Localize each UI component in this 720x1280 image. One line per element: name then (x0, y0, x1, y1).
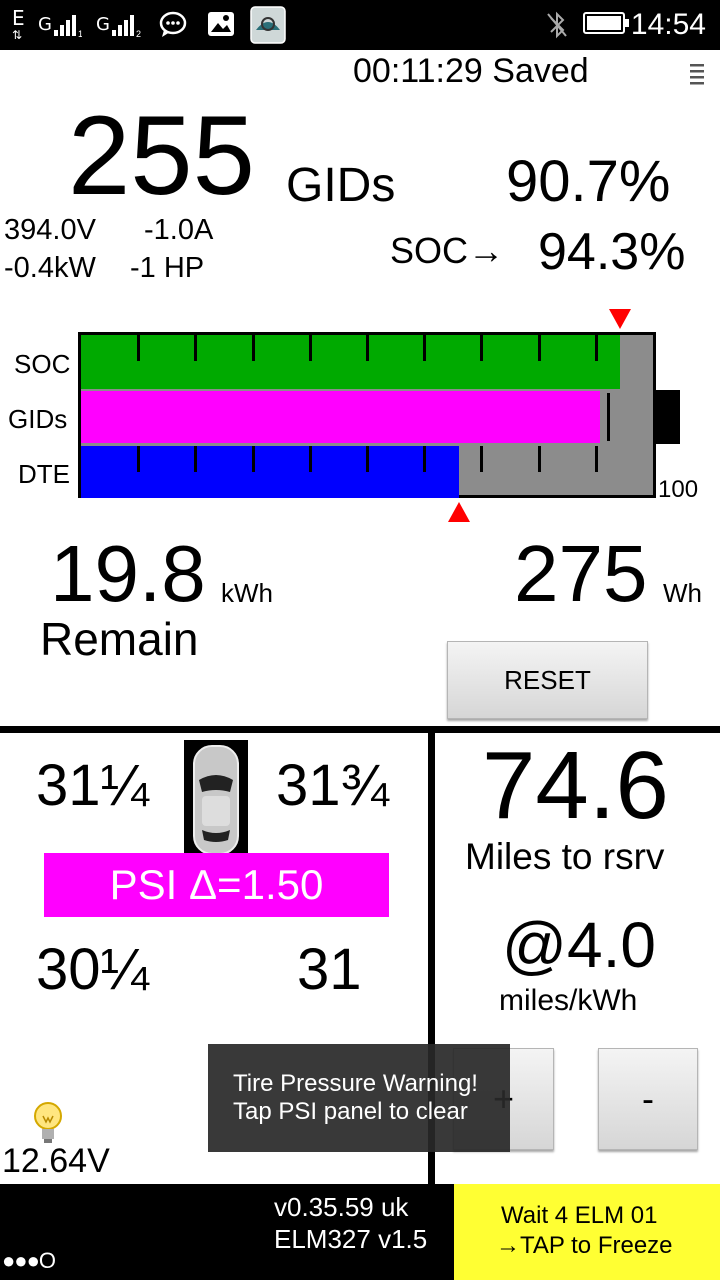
signal-sim2-icon: 2 (112, 15, 141, 38)
bar-tick (480, 335, 483, 361)
data-arrows-icon: ⇅ (12, 28, 23, 42)
charge-bar-graph (78, 332, 656, 498)
light-bulb-icon (34, 1102, 62, 1143)
image-icon (208, 12, 234, 36)
current: -1.0A (144, 214, 214, 246)
app-version: v0.35.59 uk (274, 1192, 409, 1222)
car-top-view-icon (184, 740, 248, 860)
network-type: E (12, 6, 25, 30)
bar-tick (309, 446, 312, 472)
elapsed-time: 00:11:29 (353, 52, 483, 90)
decrease-efficiency-button[interactable]: - (598, 1048, 698, 1150)
svg-text:2: 2 (136, 29, 141, 38)
tap-freeze-label: →TAP to Freeze (496, 1232, 673, 1259)
status-bar: E ⇅ G 1 G 2 14:54 (0, 0, 720, 50)
kwh-remaining-value: 19.8 (50, 529, 206, 618)
tire-rear-right: 31 (297, 937, 362, 1002)
remain-label: Remain (40, 613, 199, 665)
bar-tick (538, 446, 541, 472)
bar-tick (595, 335, 598, 361)
scale-max-label: 100 (658, 476, 699, 503)
bar-tick (137, 446, 140, 472)
tire-rear-left: 30¼ (36, 937, 149, 1002)
gids-percent: 90.7% (506, 149, 671, 214)
bar-tick (538, 335, 541, 361)
sim2-label: G (96, 14, 110, 35)
psi-warning-banner[interactable]: PSI Δ=1.50 (44, 853, 389, 917)
bar-tick (480, 446, 483, 472)
toast-line1: Tire Pressure Warning! (233, 1070, 478, 1097)
bar-tick (309, 335, 312, 361)
battery-terminal (656, 390, 680, 444)
svg-text:1: 1 (78, 29, 82, 38)
clock: 14:54 (630, 8, 706, 41)
saved-label: Saved (492, 52, 589, 90)
sim1-label: G (38, 14, 52, 35)
wh-value: 275 (514, 529, 648, 618)
efficiency-value: @4.0 (502, 909, 656, 981)
kwh-unit: kWh (221, 578, 273, 608)
power-kw: -0.4kW (4, 252, 96, 284)
efficiency-unit: miles/kWh (499, 984, 638, 1017)
bar-tick (194, 335, 197, 361)
gids-unit: GIDs (286, 159, 396, 212)
page-dots[interactable]: ●●●O (2, 1248, 56, 1274)
bluetooth-off-icon (547, 11, 567, 39)
bar-label-gids: GIDs (8, 404, 68, 434)
gids-value: 255 (68, 93, 255, 218)
bar-tick (194, 446, 197, 472)
signal-sim1-icon: 1 (54, 15, 82, 38)
bar-tick (366, 446, 369, 472)
reset-button[interactable]: RESET (447, 641, 648, 719)
bar-tick (137, 335, 140, 361)
miles-to-reserve-value: 74.6 (482, 732, 669, 839)
power-hp: -1 HP (130, 252, 205, 284)
soc-percent: 94.3% (538, 223, 686, 281)
toast-line2: Tap PSI panel to clear (233, 1098, 468, 1125)
app-icon (250, 6, 286, 44)
chat-icon (159, 11, 187, 37)
bar-tick (252, 335, 255, 361)
footer-status: v0.35.59 uk ELM327 v1.5 ●●●O (0, 1184, 454, 1280)
wh-unit: Wh (663, 578, 702, 608)
miles-to-reserve-label: Miles to rsrv (465, 836, 665, 877)
bar-tick (252, 446, 255, 472)
bar-label-dte: DTE (18, 459, 70, 489)
gids-end-tick (606, 393, 610, 441)
tire-front-left: 31¼ (36, 753, 149, 818)
bar-tick (366, 335, 369, 361)
tire-front-right: 31¾ (276, 753, 389, 818)
elapsed-status: 00:11:29 Saved (353, 52, 589, 91)
adapter-version: ELM327 v1.5 (274, 1224, 428, 1254)
bar-label-soc: SOC (14, 349, 71, 379)
wait-elm-label: Wait 4 ELM 01 (501, 1202, 658, 1229)
voltage: 394.0V (4, 214, 96, 246)
battery-icon (583, 12, 629, 34)
soc-label: SOC→ (390, 230, 505, 271)
bar-tick (595, 446, 598, 472)
bar-tick (423, 335, 426, 361)
tire-warning-toast: Tire Pressure Warning! Tap PSI panel to … (208, 1044, 510, 1152)
freeze-panel[interactable]: Wait 4 ELM 01 →TAP to Freeze (454, 1184, 720, 1280)
menu-icon[interactable] (688, 62, 708, 88)
soc-marker (609, 309, 632, 329)
gids-bar (81, 391, 600, 443)
aux-battery-voltage: 12.64V (2, 1142, 110, 1180)
bar-tick (423, 446, 426, 472)
dte-marker (447, 502, 470, 522)
